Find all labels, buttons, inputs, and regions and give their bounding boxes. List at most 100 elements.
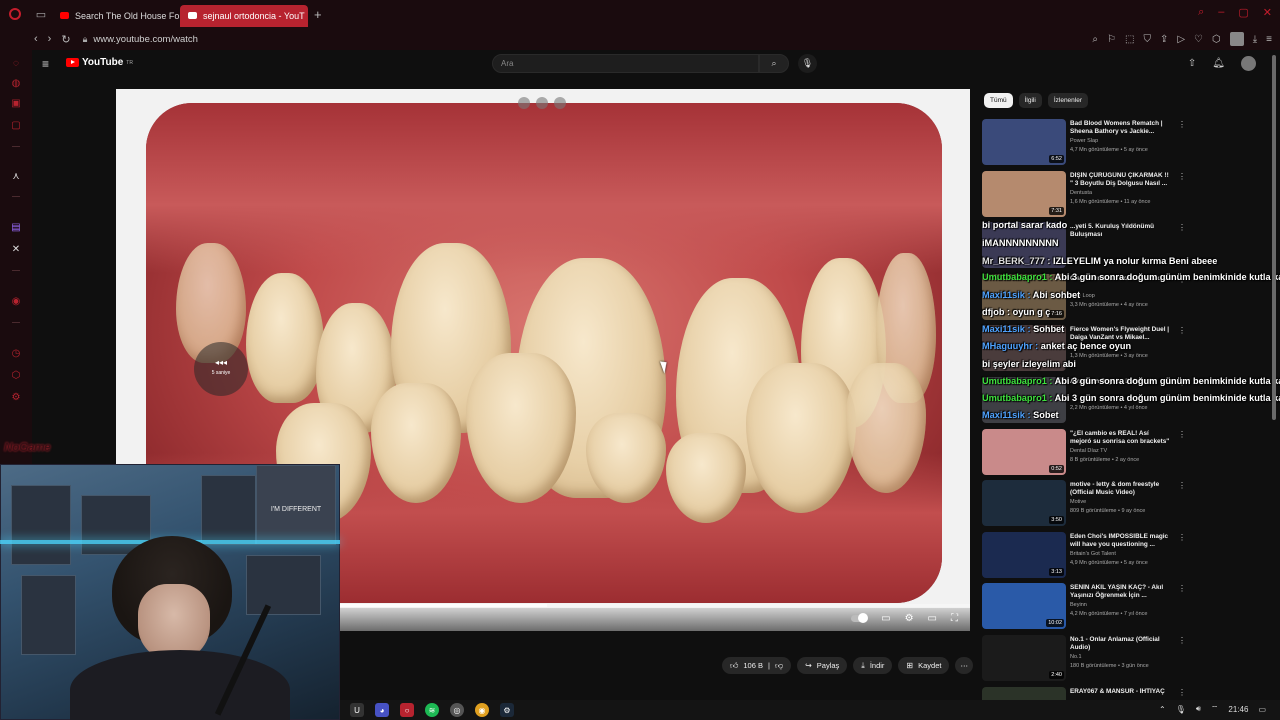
hamburger-menu-icon[interactable]: ≡ (42, 57, 49, 71)
more-vertical-icon[interactable]: ⋮ (1178, 172, 1186, 181)
fullscreen-mini-icon[interactable] (554, 97, 566, 109)
spotify-icon[interactable]: ≋ (425, 703, 439, 717)
related-video-item[interactable]: 6:52 Bad Blood Womens Rematch | Sheena Ba… (982, 116, 1186, 168)
app-icon-u[interactable]: U (350, 703, 364, 717)
opera-gx-icon[interactable]: ○ (400, 703, 414, 717)
related-video-item[interactable]: 3:13 Eden Choi's IMPOSSIBLE magic will ha… (982, 529, 1186, 581)
video-thumbnail[interactable]: 2:40 (982, 634, 1066, 681)
video-title[interactable]: ERAY067 & MANSUR - İHTİYAÇ (1070, 688, 1170, 696)
share-icon[interactable]: ⇪ (1160, 34, 1168, 45)
steam-icon[interactable]: ⚙ (500, 703, 514, 717)
x-icon[interactable]: ✕ (10, 244, 22, 256)
pip-icon[interactable] (536, 97, 548, 109)
related-video-item[interactable]: 2:40 No.1 - Onlar Anlamaz (Official Audio… (982, 632, 1186, 684)
back-icon[interactable]: ‹ (34, 33, 38, 46)
chrome-icon[interactable]: ◉ (475, 703, 489, 717)
video-title[interactable]: Fierce Women's Flyweight Duel | Daiga Va… (1070, 326, 1170, 342)
video-thumbnail[interactable]: 3:13 (982, 531, 1066, 578)
discord-icon[interactable]: ◕ (375, 703, 389, 717)
search-input[interactable]: Ara (492, 54, 759, 73)
instagram-icon[interactable]: ▢ (10, 120, 22, 132)
more-vertical-icon[interactable]: ⋮ (1178, 481, 1186, 490)
microphone-tray-icon[interactable]: 🎙︎ (1176, 705, 1186, 714)
reload-icon[interactable]: ↻ (61, 33, 70, 46)
player-sidebar-icon[interactable]: ◉ (10, 296, 22, 308)
player-icon[interactable]: ▷ (1177, 34, 1185, 45)
video-title[interactable]: "¿El cambio es REAL! Así mejoró su sonri… (1070, 430, 1170, 446)
chat-icon[interactable]: ▣ (10, 98, 22, 110)
page-scrollbar[interactable] (1272, 55, 1276, 420)
channel-name[interactable]: Beyinn (1070, 602, 1087, 608)
more-vertical-icon[interactable]: ⋮ (1178, 584, 1186, 593)
history-icon[interactable]: ◷ (10, 348, 22, 360)
aria-ai-icon[interactable]: ⋏ (10, 171, 22, 183)
video-thumbnail[interactable]: 7:31 (982, 170, 1066, 217)
more-vertical-icon[interactable]: ⋮ (1178, 430, 1186, 439)
more-vertical-icon[interactable]: ⋮ (1178, 636, 1186, 645)
messenger-icon[interactable]: ◍ (10, 78, 22, 90)
video-thumbnail[interactable]: 3:50 (982, 480, 1066, 527)
twitch-icon[interactable]: ▤ (10, 222, 22, 234)
account-avatar[interactable] (1241, 56, 1256, 71)
channel-name[interactable]: Motive (1070, 499, 1086, 505)
more-vertical-icon[interactable]: ⋮ (1178, 120, 1186, 129)
url-field[interactable]: 🔒︎ www.youtube.com/watch (83, 34, 198, 45)
video-title[interactable]: Eden Choi's IMPOSSIBLE magic will have y… (1070, 533, 1170, 549)
youtube-logo[interactable]: YouTube TR (66, 57, 133, 68)
maximize-icon[interactable]: ▢ (1238, 6, 1248, 19)
voice-search-button[interactable]: 🎙︎ (798, 54, 817, 73)
extensions-sidebar-icon[interactable]: ⬡ (10, 370, 22, 382)
video-thumbnail[interactable]: 6:52 (982, 119, 1066, 165)
tray-expand-icon[interactable]: ⌃ (1159, 705, 1166, 714)
shield-icon[interactable]: ⛉ (1143, 34, 1151, 45)
chip-related[interactable]: İlgili (1018, 93, 1042, 108)
related-video-item[interactable]: 10:02 SENİN AKIL YAŞIN KAÇ? - Akıl Yaşını… (982, 580, 1186, 632)
video-thumbnail[interactable]: 0:52 (982, 428, 1066, 475)
minimize-icon[interactable]: – (1218, 6, 1224, 19)
channel-name[interactable]: Dental Díaz TV (1070, 448, 1107, 454)
related-video-item[interactable]: 3:50 motive - letty & dom freestyle (Offi… (982, 477, 1186, 529)
volume-icon[interactable]: 🔊︎ (1196, 704, 1201, 714)
save-button[interactable]: ⊞ Kaydet (898, 657, 950, 674)
video-title[interactable]: Bad Blood Womens Rematch | Sheena Bathor… (1070, 120, 1170, 136)
search-tabs-icon[interactable]: ⌕ (1198, 6, 1204, 19)
video-title[interactable]: ...yeti 5. Kuruluş Yıldönümü Buluşması (1070, 223, 1170, 239)
more-vertical-icon[interactable]: ⋮ (1178, 688, 1186, 697)
obs-icon[interactable]: ◎ (450, 703, 464, 717)
extensions-icon[interactable]: ⬡ (1212, 34, 1221, 45)
bookmark-icon[interactable]: ⚐ (1107, 34, 1116, 45)
more-vertical-icon[interactable]: ⋮ (1178, 223, 1186, 232)
channel-name[interactable]: Power Slap (1070, 138, 1098, 144)
subtitles-icon[interactable]: ▭ (881, 613, 890, 624)
more-actions-button[interactable]: ⋯ (955, 657, 973, 674)
search-button[interactable]: ⌕ (759, 54, 789, 73)
tab-search-old-house[interactable]: Search The Old House Fo (52, 5, 180, 27)
video-title[interactable]: No.1 - Onlar Anlamaz (Official Audio) (1070, 636, 1170, 652)
thumbs-down-icon[interactable]: 👎︎ (775, 661, 783, 671)
settings-icon[interactable]: ⚙ (10, 392, 22, 404)
zoom-icon[interactable]: ⌕ (1092, 34, 1098, 45)
video-title[interactable]: SENİN AKIL YAŞIN KAÇ? - Akıl Yaşınızı Öğ… (1070, 584, 1170, 600)
channel-name[interactable]: Britain's Got Talent (1070, 551, 1116, 557)
like-button[interactable]: 👍︎ 106 B | 👎︎ (722, 657, 792, 674)
video-thumbnail[interactable]: 10:02 (982, 583, 1066, 630)
related-video-item[interactable]: 7:31 DİŞİN ÇÜRÜĞÜNÜ ÇIKARMAK !! " 3 Boyut… (982, 168, 1186, 220)
fullscreen-icon[interactable]: ⛶ (951, 613, 958, 624)
menu-icon[interactable]: ≡ (1266, 34, 1272, 45)
forward-icon[interactable]: › (48, 33, 52, 46)
workspaces-icon[interactable]: ▭ (30, 0, 52, 28)
channel-name[interactable]: Dentusta (1070, 190, 1092, 196)
heart-icon[interactable]: ♡ (1194, 34, 1203, 45)
opera-logo-icon[interactable] (0, 0, 30, 28)
channel-name[interactable]: No.1 (1070, 654, 1082, 660)
autoplay-toggle[interactable] (851, 613, 869, 623)
settings-gear-icon[interactable]: ⚙ (905, 613, 914, 624)
tab-sejnaul-ortodoncia[interactable]: sejnaul ortodoncia - YouT (180, 4, 308, 27)
more-vertical-icon[interactable]: ⋮ (1178, 533, 1186, 542)
download-icon[interactable]: ⤓ (1253, 34, 1257, 45)
video-title[interactable]: motive - letty & dom freestyle (Official… (1070, 481, 1170, 497)
upload-icon[interactable]: ⇧ (1188, 58, 1196, 69)
clock[interactable]: 21:46 (1228, 705, 1248, 714)
more-vertical-icon[interactable]: ⋮ (1178, 326, 1186, 335)
miniplayer-icon[interactable] (518, 97, 530, 109)
